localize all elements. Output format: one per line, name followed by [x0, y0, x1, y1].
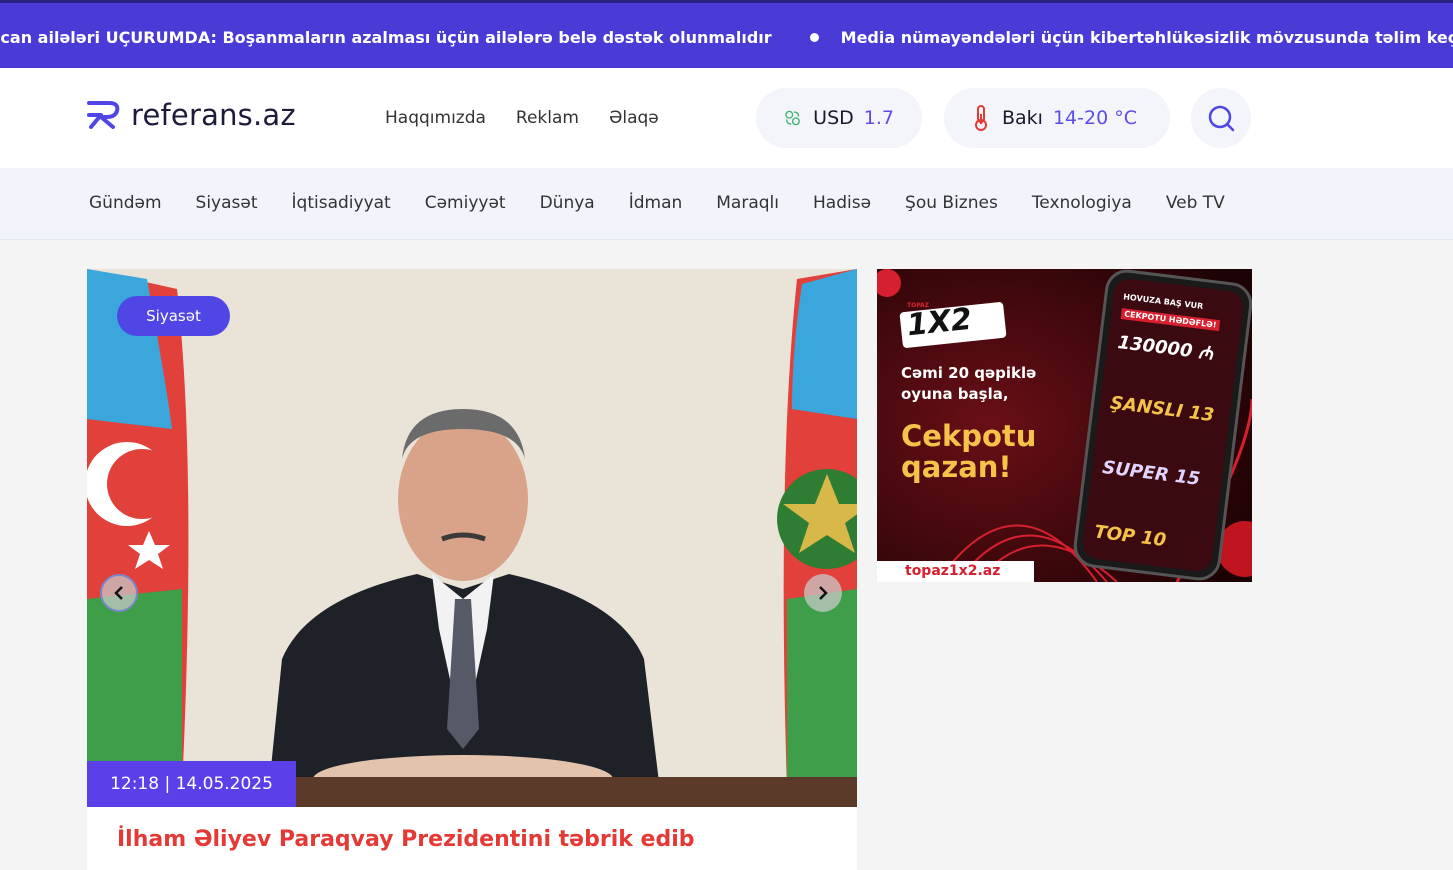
weather-temp: 14-20 °C [1052, 107, 1137, 129]
ad-headline: Cekpotu qazan! [901, 419, 1037, 484]
category-interesting[interactable]: Maraqlı [716, 193, 779, 213]
ad-phone-header: HOVUZA BAŞ VUR [1122, 292, 1204, 311]
ticker-separator-dot [809, 32, 819, 42]
category-badge[interactable]: Siyasət [117, 296, 230, 336]
category-politics[interactable]: Siyasət [196, 193, 258, 213]
slider-next-button[interactable] [804, 574, 842, 612]
ticker-item[interactable]: ycan ailələri UÇURUMDA: Boşanmaların aza… [0, 28, 806, 47]
news-ticker: ycan ailələri UÇURUMDA: Boşanmaların aza… [0, 0, 1453, 68]
top-nav: Haqqımızda Reklam Əlaqə [385, 108, 659, 128]
search-icon [1208, 105, 1235, 132]
category-nav: Gündəm Siyasət İqtisadiyyat Cəmiyyət Dün… [0, 168, 1453, 240]
thermometer-icon [975, 105, 987, 131]
category-incident[interactable]: Hadisə [813, 193, 871, 213]
article-timestamp: 12:18 | 14.05.2025 [87, 761, 296, 807]
logo-icon [87, 101, 120, 129]
ad-game-super: SUPER 15 [1101, 457, 1202, 490]
category-web-tv[interactable]: Veb TV [1166, 193, 1225, 213]
slider-prev-button[interactable] [100, 574, 138, 612]
chevron-right-icon [819, 586, 828, 600]
category-agenda[interactable]: Gündəm [89, 193, 162, 213]
site-logo[interactable]: referans.az [87, 98, 296, 132]
currency-label: USD [813, 107, 854, 129]
hero-photo-illustration [87, 269, 857, 807]
chevron-left-icon [114, 586, 123, 600]
nav-link-about[interactable]: Haqqımızda [385, 108, 486, 128]
currency-widget[interactable]: USD 1.7 [756, 88, 922, 148]
category-world[interactable]: Dünya [540, 193, 595, 213]
weather-city: Bakı [1002, 107, 1043, 129]
ad-url[interactable]: topaz1x2.az [877, 561, 1034, 582]
ticker-track: ycan ailələri UÇURUMDA: Boşanmaların aza… [0, 3, 1453, 68]
category-sport[interactable]: İdman [629, 193, 683, 213]
hero-image[interactable]: Siyasət 12:18 | 14.05.2025 [87, 269, 857, 807]
currency-exchange-icon [785, 110, 800, 126]
ad-jackpot: 130000 ₼ [1116, 331, 1215, 365]
ad-banner[interactable]: TOPAZ 1X2 Cəmi 20 qəpiklə oyuna başla, C… [877, 269, 1252, 582]
ad-tagline: Cəmi 20 qəpiklə oyuna başla, [901, 364, 1037, 403]
nav-link-contact[interactable]: Əlaqə [609, 108, 659, 128]
currency-value: 1.7 [863, 107, 894, 129]
category-society[interactable]: Cəmiyyət [425, 193, 506, 213]
nav-link-advertising[interactable]: Reklam [516, 108, 579, 128]
search-button[interactable] [1191, 88, 1251, 148]
ad-brand-logo: 1X2 [905, 301, 974, 344]
ad-phone-badge: CEKPOTU HƏDƏFLƏ! [1120, 308, 1221, 332]
category-technology[interactable]: Texnologiya [1032, 193, 1132, 213]
hero-slider: Siyasət 12:18 | 14.05.2025 İlham Əliyev … [87, 269, 857, 870]
category-show-business[interactable]: Şou Biznes [905, 193, 998, 213]
category-economy[interactable]: İqtisadiyyat [292, 193, 391, 213]
ticker-item[interactable]: Media nümayəndələri üçün kibertəhlükəsiz… [841, 28, 1453, 47]
weather-widget[interactable]: Bakı 14-20 °C [944, 88, 1170, 148]
logo-text: referans.az [131, 98, 296, 132]
ad-game-sansli: ŞANSLI 13 [1109, 392, 1216, 427]
ad-game-top: TOP 10 [1093, 521, 1168, 552]
article-title[interactable]: İlham Əliyev Paraqvay Prezidentini təbri… [117, 827, 695, 852]
site-header: referans.az Haqqımızda Reklam Əlaqə USD … [0, 68, 1453, 168]
